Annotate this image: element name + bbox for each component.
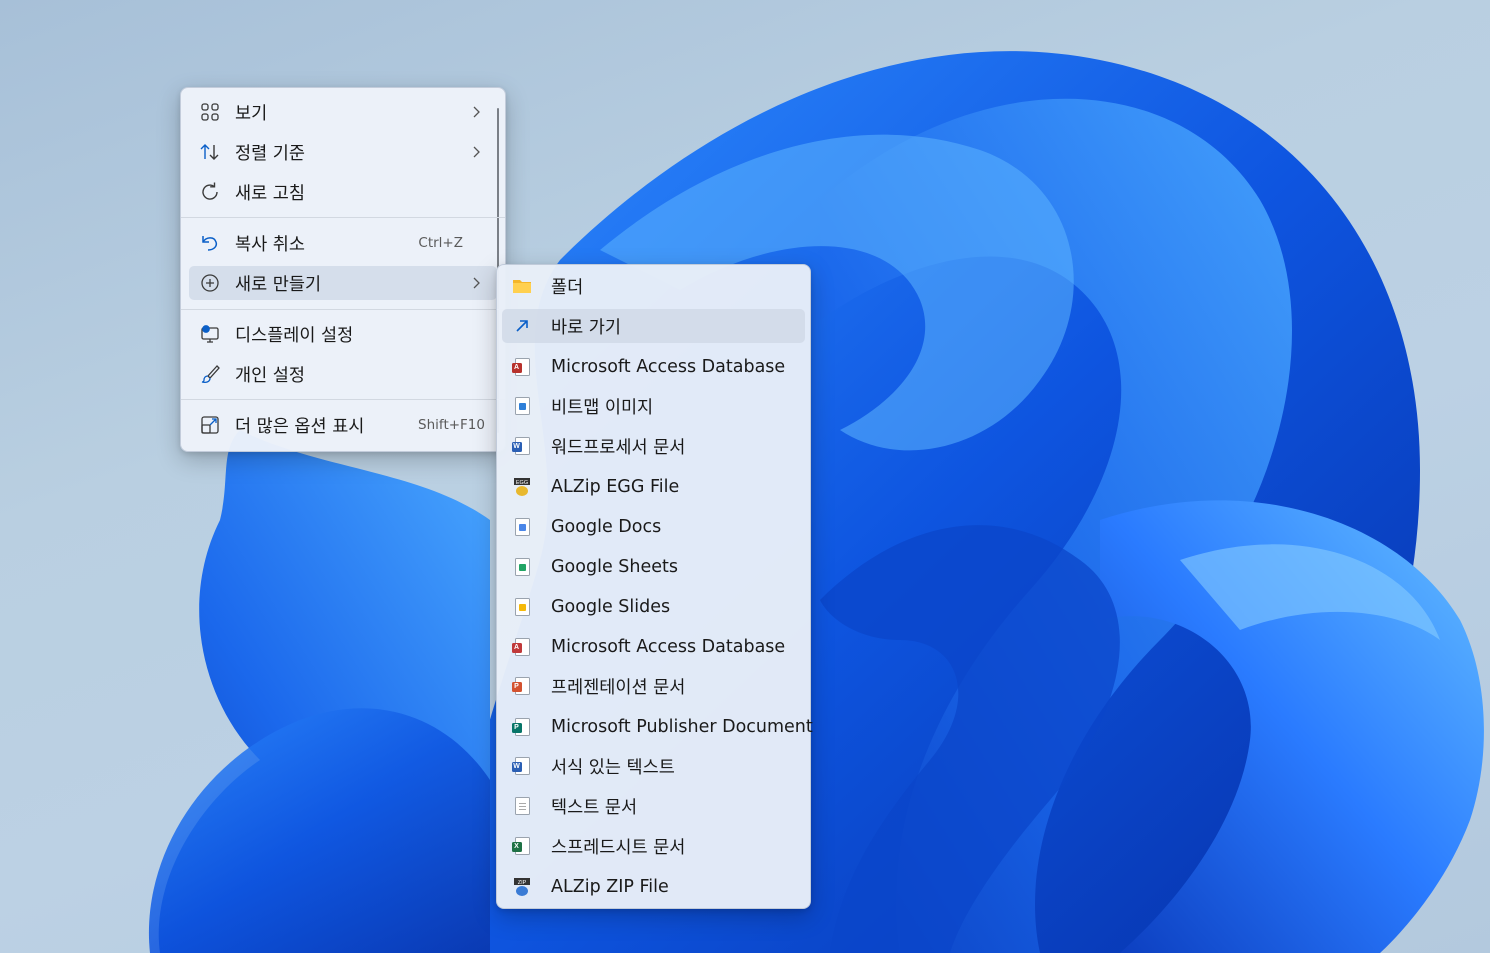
submenu-item-label: ALZip EGG File xyxy=(551,477,680,497)
svg-text:ZIP: ZIP xyxy=(518,880,527,886)
desktop-context-menu: 보기 정렬 기준 새로 고침 복사 취소 Ctrl+Z 새로 만들기 디스플레이… xyxy=(180,87,506,452)
shortcut-text: Ctrl+Z xyxy=(418,235,463,251)
submenu-item-label: 서식 있는 텍스트 xyxy=(551,757,675,778)
display-settings-icon xyxy=(199,323,221,345)
word-file-icon: W xyxy=(511,435,532,457)
menu-item-refresh[interactable]: 새로 고침 xyxy=(189,175,497,209)
text-file-icon xyxy=(512,795,532,817)
shortcut-arrow-icon xyxy=(512,315,532,337)
access-file-icon: A xyxy=(511,636,532,658)
submenu-item-folder[interactable]: 폴더 xyxy=(502,269,805,303)
publisher-file-icon: P xyxy=(511,716,532,738)
submenu-item-label: Google Sheets xyxy=(551,557,678,577)
folder-icon xyxy=(512,275,532,297)
submenu-item-google-docs[interactable]: Google Docs xyxy=(502,510,805,544)
submenu-item-label: 비트맵 이미지 xyxy=(551,397,654,418)
submenu-item-rich-text[interactable]: W 서식 있는 텍스트 xyxy=(502,749,805,783)
menu-separator xyxy=(181,399,505,400)
access-file-icon: A xyxy=(511,356,532,378)
submenu-item-label: 워드프로세서 문서 xyxy=(551,437,686,458)
submenu-item-access-database[interactable]: A Microsoft Access Database xyxy=(502,350,805,384)
submenu-item-label: Google Slides xyxy=(551,597,671,617)
google-sheets-icon xyxy=(512,556,532,578)
menu-item-label: 정렬 기준 xyxy=(235,143,305,164)
menu-separator xyxy=(181,217,505,218)
menu-item-new[interactable]: 새로 만들기 xyxy=(189,266,497,300)
submenu-item-shortcut[interactable]: 바로 가기 xyxy=(502,309,805,343)
submenu-item-access-database-2[interactable]: A Microsoft Access Database xyxy=(502,630,805,664)
submenu-item-label: Google Docs xyxy=(551,517,662,537)
brush-icon xyxy=(199,363,221,385)
submenu-item-alzip-egg[interactable]: EGG ALZip EGG File xyxy=(502,470,805,504)
chevron-right-icon xyxy=(473,146,480,158)
submenu-item-word-document[interactable]: W 워드프로세서 문서 xyxy=(502,429,805,463)
chevron-right-icon xyxy=(473,277,480,289)
menu-item-label: 새로 고침 xyxy=(235,183,305,204)
refresh-icon xyxy=(199,181,221,203)
submenu-item-spreadsheet[interactable]: X 스프레드시트 문서 xyxy=(502,829,805,863)
menu-item-view[interactable]: 보기 xyxy=(189,95,497,129)
excel-file-icon: X xyxy=(511,835,532,857)
menu-item-label: 새로 만들기 xyxy=(235,274,322,295)
submenu-item-label: 스프레드시트 문서 xyxy=(551,837,686,858)
submenu-item-label: ALZip ZIP File xyxy=(551,877,669,897)
google-slides-icon xyxy=(512,596,532,618)
new-plus-icon xyxy=(199,272,221,294)
submenu-item-bitmap-image[interactable]: 비트맵 이미지 xyxy=(502,389,805,423)
menu-item-sort-by[interactable]: 정렬 기준 xyxy=(189,135,497,169)
new-item-submenu: 폴더 바로 가기 A Microsoft Access Database 비트맵… xyxy=(496,264,813,909)
submenu-item-publisher[interactable]: P Microsoft Publisher Document xyxy=(502,710,813,744)
menu-separator xyxy=(181,309,505,310)
svg-text:EGG: EGG xyxy=(516,480,528,486)
submenu-item-powerpoint[interactable]: P 프레젠테이션 문서 xyxy=(502,669,805,703)
submenu-item-text-document[interactable]: 텍스트 문서 xyxy=(502,789,805,823)
menu-item-label: 개인 설정 xyxy=(235,365,305,386)
menu-item-display-settings[interactable]: 디스플레이 설정 xyxy=(189,317,497,351)
submenu-item-label: 폴더 xyxy=(551,277,584,298)
view-grid-icon xyxy=(199,101,221,123)
bitmap-file-icon xyxy=(512,395,532,417)
submenu-item-label: Microsoft Access Database xyxy=(551,357,786,377)
menu-item-personalize[interactable]: 개인 설정 xyxy=(189,357,497,391)
submenu-item-label: Microsoft Access Database xyxy=(551,637,786,657)
submenu-item-alzip-zip[interactable]: ZIP ALZip ZIP File xyxy=(502,870,805,904)
more-options-icon xyxy=(199,414,221,436)
menu-item-show-more-options[interactable]: 더 많은 옵션 표시 Shift+F10 xyxy=(189,408,497,442)
menu-item-undo-copy[interactable]: 복사 취소 Ctrl+Z xyxy=(189,226,497,260)
powerpoint-file-icon: P xyxy=(511,675,532,697)
menu-item-label: 더 많은 옵션 표시 xyxy=(235,416,365,437)
alzip-zip-icon: ZIP xyxy=(512,876,532,898)
shortcut-text: Shift+F10 xyxy=(418,417,485,433)
menu-item-label: 보기 xyxy=(235,103,268,124)
undo-icon xyxy=(199,232,221,254)
menu-item-label: 복사 취소 xyxy=(235,234,305,255)
submenu-item-google-slides[interactable]: Google Slides xyxy=(502,590,805,624)
menu-item-label: 디스플레이 설정 xyxy=(235,325,354,346)
submenu-item-label: 프레젠테이션 문서 xyxy=(551,677,686,698)
sort-icon xyxy=(199,141,221,163)
submenu-item-label: 바로 가기 xyxy=(551,317,621,338)
submenu-item-google-sheets[interactable]: Google Sheets xyxy=(502,550,805,584)
submenu-item-label: 텍스트 문서 xyxy=(551,797,638,818)
alzip-egg-icon: EGG xyxy=(512,476,532,498)
rich-text-file-icon: W xyxy=(511,755,532,777)
google-docs-icon xyxy=(512,516,532,538)
submenu-item-label: Microsoft Publisher Document xyxy=(551,717,813,737)
chevron-right-icon xyxy=(473,106,480,118)
